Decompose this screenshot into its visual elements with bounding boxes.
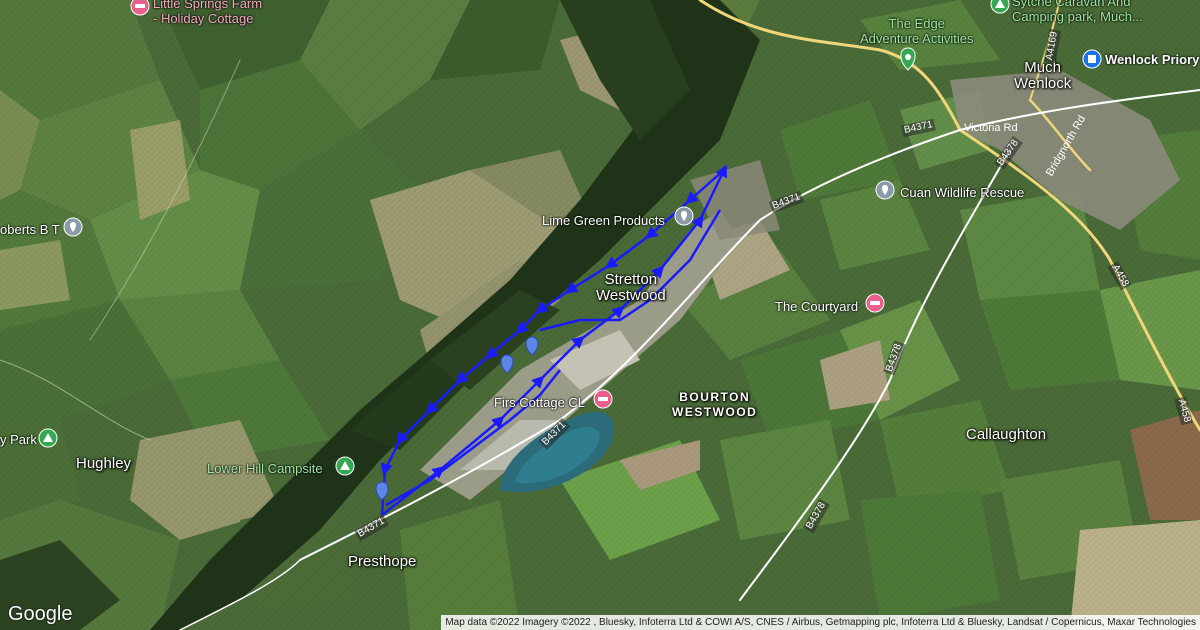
place-much-wenlock: Much Wenlock: [1014, 59, 1072, 92]
poi-lime-green[interactable]: Lime Green Products: [542, 213, 665, 228]
poi-firs-cottage[interactable]: Firs Cottage CL: [494, 395, 585, 410]
hotel-icon[interactable]: [865, 293, 885, 313]
poi-sytche[interactable]: Sytche Caravan And Camping park, Much...: [1012, 0, 1143, 24]
poi-park[interactable]: y Park: [0, 432, 37, 447]
satellite-map[interactable]: [0, 0, 1200, 630]
poi-roberts[interactable]: oberts B T: [0, 222, 60, 237]
campsite-icon[interactable]: [990, 0, 1010, 14]
hotel-icon[interactable]: [593, 389, 613, 409]
pin-icon[interactable]: [63, 217, 83, 237]
poi-courtyard[interactable]: The Courtyard: [775, 299, 858, 314]
road-victoria-rd: Victoria Rd: [964, 122, 1018, 134]
pin-icon[interactable]: [875, 180, 895, 200]
place-bourton-westwood: BOURTON WESTWOOD: [672, 390, 758, 419]
landmark-icon[interactable]: [1082, 49, 1102, 69]
campsite-icon[interactable]: [335, 456, 355, 476]
place-callaughton: Callaughton: [966, 426, 1047, 443]
poi-wenlock-priory[interactable]: Wenlock Priory: [1105, 52, 1199, 67]
poi-cuan-wildlife[interactable]: Cuan Wildlife Rescue: [900, 185, 1024, 200]
poi-little-springs[interactable]: Little Springs Farm - Holiday Cottage: [153, 0, 262, 26]
poi-edge-adventure[interactable]: The Edge Adventure Activities: [860, 16, 973, 46]
campsite-icon[interactable]: [38, 428, 58, 448]
poi-lower-hill[interactable]: Lower Hill Campsite: [207, 461, 323, 476]
place-hughley: Hughley: [76, 455, 132, 472]
google-logo: Google: [8, 603, 73, 625]
place-presthope: Presthope: [348, 553, 417, 570]
pin-icon[interactable]: [674, 206, 694, 226]
map-attribution: Map data ©2022 Imagery ©2022 , Bluesky, …: [441, 615, 1200, 630]
hotel-icon[interactable]: [130, 0, 150, 16]
place-stretton-westwood: Stretton Westwood: [596, 271, 666, 304]
